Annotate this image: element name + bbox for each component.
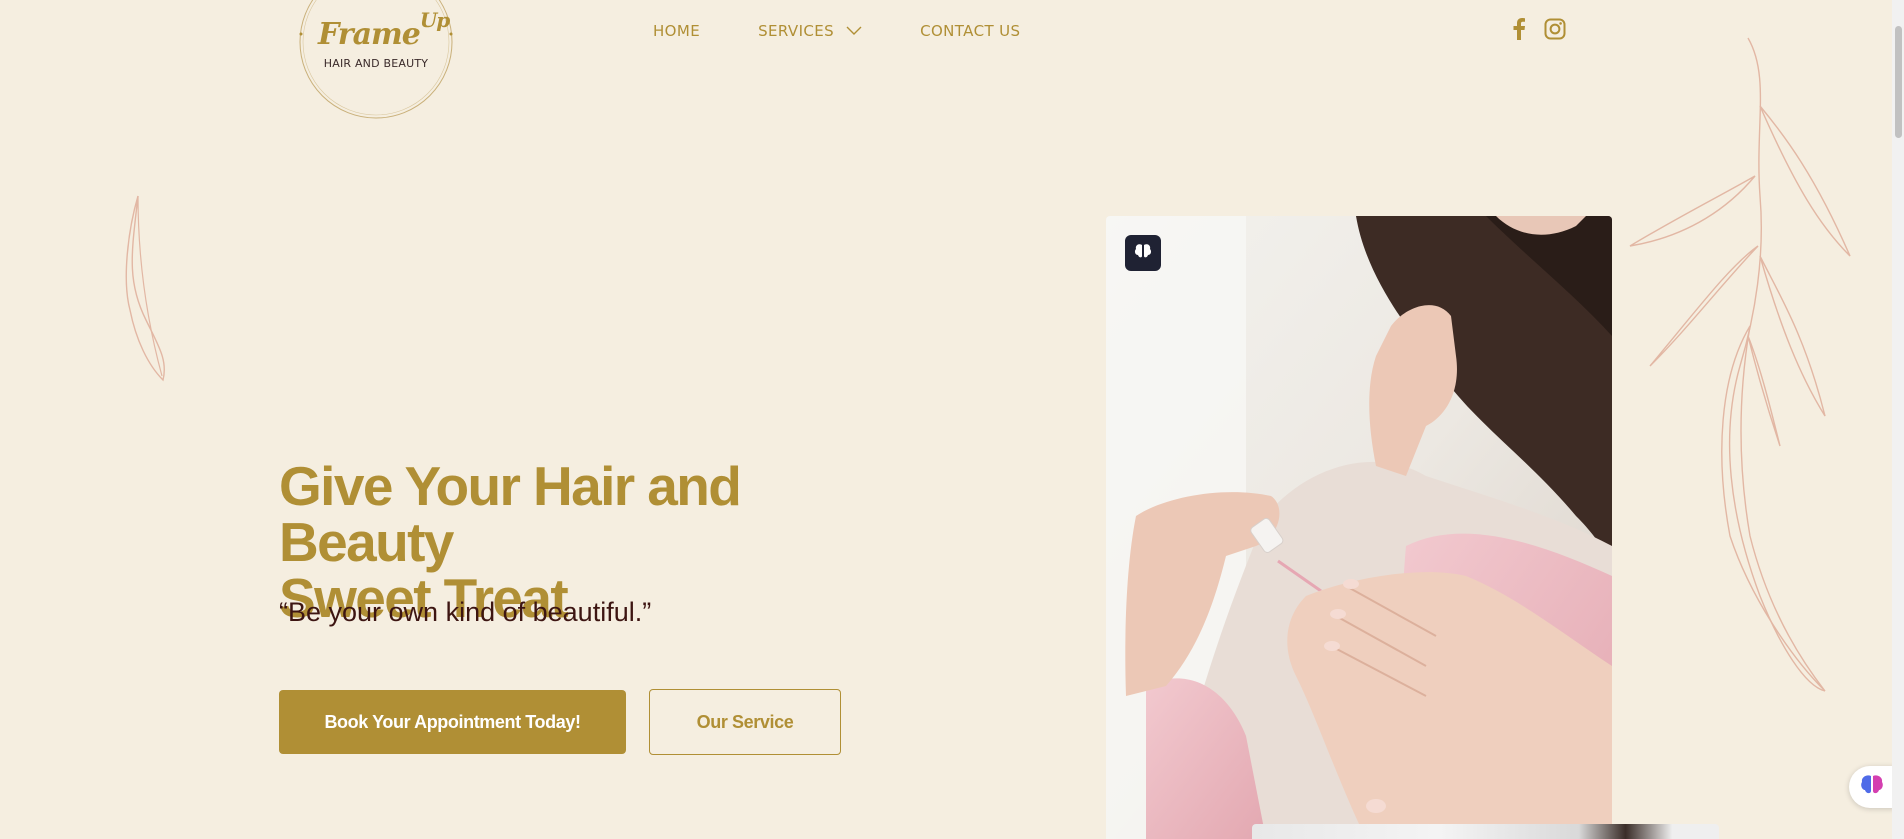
instagram-icon[interactable] (1544, 18, 1566, 45)
hero-title-line1: Give Your Hair and Beauty (279, 455, 742, 573)
brain-icon (1134, 243, 1152, 264)
branch-decoration-right (1629, 37, 1851, 692)
nav-home-label: HOME (653, 22, 701, 40)
leaf-decoration-left (125, 195, 165, 382)
logo-wordmark: FrameUp (318, 8, 450, 52)
brain-icon (1860, 774, 1884, 801)
nav-contact-label: CONTACT US (920, 22, 1021, 40)
hero-tagline: “Be your own kind of beautiful.” (279, 597, 652, 627)
image-ai-badge[interactable] (1125, 235, 1161, 271)
main-nav: HOME SERVICES CONTACT US (653, 22, 1020, 40)
logo-subtitle: HAIR AND BEAUTY (323, 57, 429, 70)
nav-services-label: SERVICES (758, 22, 835, 40)
our-service-button[interactable]: Our Service (649, 689, 841, 755)
scrollbar-thumb[interactable] (1895, 26, 1902, 138)
site-header: FrameUp HAIR AND BEAUTY HOME SERVICES CO… (0, 0, 1892, 130)
hero-photo-manicure (1106, 216, 1612, 839)
secondary-photo-peek (1252, 824, 1719, 839)
chevron-down-icon (846, 22, 862, 40)
book-appointment-button[interactable]: Book Your Appointment Today! (279, 690, 626, 754)
facebook-icon[interactable] (1512, 18, 1526, 45)
social-links (1512, 18, 1566, 45)
nav-services[interactable]: SERVICES (758, 22, 862, 40)
floating-assistant-widget[interactable] (1849, 766, 1895, 808)
brand-logo[interactable]: FrameUp HAIR AND BEAUTY (296, 0, 456, 122)
nav-contact[interactable]: CONTACT US (920, 22, 1020, 40)
nav-home[interactable]: HOME (653, 22, 700, 40)
